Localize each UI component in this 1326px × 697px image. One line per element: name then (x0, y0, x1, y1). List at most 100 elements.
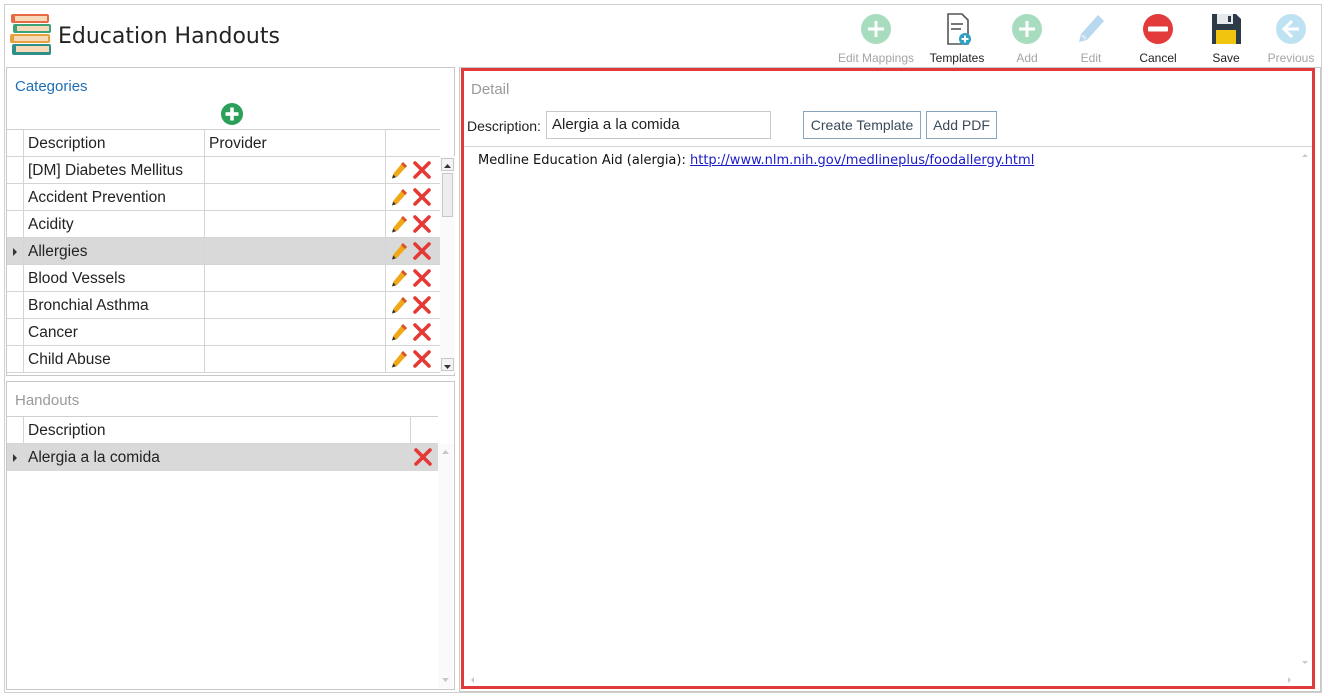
down-arrow-icon[interactable] (1300, 657, 1310, 667)
row-header-cell (7, 130, 24, 157)
templates-button[interactable]: Templates (922, 9, 992, 65)
handouts-panel: Handouts Description Alergia a la comida (6, 381, 455, 690)
edit-pencil-icon[interactable] (389, 241, 409, 261)
books-logo-icon (10, 14, 51, 55)
column-header-description[interactable]: Description (24, 130, 205, 157)
categories-grid: Description Provider [DM] Diabetes Melli… (7, 129, 440, 373)
editor-horizontal-scrollbar[interactable] (464, 673, 1298, 687)
up-arrow-icon (444, 164, 451, 168)
delete-x-icon[interactable] (412, 187, 432, 207)
edit-pencil-icon[interactable] (389, 187, 409, 207)
category-row[interactable]: Cancer (7, 319, 440, 346)
category-provider-cell (205, 292, 386, 319)
category-description-cell: Bronchial Asthma (24, 292, 205, 319)
categories-scrollbar[interactable] (440, 156, 455, 373)
edit-pencil-icon[interactable] (389, 160, 409, 180)
templates-label: Templates (929, 51, 985, 65)
edit-mappings-label: Edit Mappings (837, 51, 915, 65)
current-row-indicator-icon (13, 248, 17, 256)
create-template-button[interactable]: Create Template (803, 111, 921, 139)
description-input[interactable]: Alergia a la comida (546, 111, 771, 139)
medline-link[interactable]: http://www.nlm.nih.gov/medlineplus/fooda… (690, 153, 1034, 168)
left-arrow-icon[interactable] (468, 675, 478, 685)
row-header-cell[interactable] (7, 292, 24, 319)
column-header-provider[interactable]: Provider (205, 130, 386, 157)
column-header-actions (411, 417, 438, 444)
delete-x-icon[interactable] (412, 268, 432, 288)
category-row[interactable]: Accident Prevention (7, 184, 440, 211)
add-circle-icon (1012, 14, 1042, 44)
edit-pencil-icon[interactable] (389, 214, 409, 234)
cancel-icon (1143, 14, 1173, 44)
up-arrow-icon[interactable] (1300, 151, 1310, 161)
edit-pencil-icon[interactable] (389, 268, 409, 288)
category-row[interactable]: [DM] Diabetes Mellitus (7, 157, 440, 184)
cancel-button[interactable]: Cancel (1123, 9, 1193, 65)
app-window: Education Handouts Edit Mappings Templat… (4, 4, 1322, 693)
add-button[interactable]: Add (992, 9, 1062, 65)
column-header-actions (386, 130, 438, 157)
row-header-cell[interactable] (7, 238, 24, 265)
previous-button[interactable]: Previous (1256, 9, 1326, 65)
category-row[interactable]: Child Abuse (7, 346, 440, 373)
row-header-cell[interactable] (7, 346, 24, 373)
category-description-cell: Accident Prevention (24, 184, 205, 211)
detail-highlight-box: Detail Description: Alergia a la comida … (461, 68, 1315, 689)
row-header-cell[interactable] (7, 265, 24, 292)
handout-description-cell: Alergia a la comida (28, 449, 160, 466)
detail-title: Detail (471, 81, 510, 98)
row-header-cell[interactable] (7, 157, 24, 184)
previous-label: Previous (1267, 51, 1315, 65)
row-header-cell (7, 417, 24, 444)
add-category-icon[interactable] (220, 102, 244, 126)
category-provider-cell (205, 238, 386, 265)
edit-pencil-icon[interactable] (389, 295, 409, 315)
category-row[interactable]: Allergies (7, 238, 440, 265)
save-button[interactable]: Save (1191, 9, 1261, 65)
delete-x-icon[interactable] (412, 349, 432, 369)
scroll-down-button[interactable] (441, 358, 454, 371)
category-provider-cell (205, 265, 386, 292)
handouts-scrollbar[interactable] (438, 444, 453, 688)
category-description-cell: Allergies (24, 238, 205, 265)
up-arrow-icon[interactable] (440, 447, 451, 458)
row-header-cell[interactable] (7, 319, 24, 346)
delete-x-icon[interactable] (412, 160, 432, 180)
editor-vertical-scrollbar[interactable] (1298, 147, 1312, 673)
row-header-cell[interactable] (7, 211, 24, 238)
delete-x-icon[interactable] (412, 322, 432, 342)
category-row[interactable]: Bronchial Asthma (7, 292, 440, 319)
column-header-description[interactable]: Description (24, 417, 411, 444)
content-text: Medline Education Aid (alergia): http://… (478, 153, 1034, 168)
category-description-cell: Blood Vessels (24, 265, 205, 292)
category-provider-cell (205, 157, 386, 184)
delete-x-icon[interactable] (412, 295, 432, 315)
category-row[interactable]: Acidity (7, 211, 440, 238)
scroll-up-button[interactable] (441, 158, 454, 171)
delete-x-icon[interactable] (412, 214, 432, 234)
scroll-thumb[interactable] (442, 173, 453, 217)
category-description-cell: Acidity (24, 211, 205, 238)
edit-button[interactable]: Edit (1056, 9, 1126, 65)
category-row[interactable]: Blood Vessels (7, 265, 440, 292)
add-pdf-button[interactable]: Add PDF (926, 111, 997, 139)
save-label: Save (1212, 51, 1240, 65)
category-provider-cell (205, 211, 386, 238)
handout-row[interactable]: Alergia a la comida (7, 444, 438, 471)
page-title: Education Handouts (58, 24, 280, 49)
category-provider-cell (205, 319, 386, 346)
categories-panel: Categories Description Provider [DM] Dia… (6, 67, 455, 376)
edit-pencil-icon[interactable] (389, 349, 409, 369)
edit-mappings-button[interactable]: Edit Mappings (838, 9, 914, 65)
row-header-cell[interactable] (7, 184, 24, 211)
down-arrow-icon[interactable] (440, 674, 451, 685)
row-header-cell[interactable] (7, 444, 24, 471)
cancel-label: Cancel (1139, 51, 1177, 65)
detail-content-editor[interactable]: Medline Education Aid (alergia): http://… (464, 146, 1312, 686)
right-arrow-icon[interactable] (1284, 675, 1294, 685)
delete-x-icon[interactable] (412, 241, 432, 261)
edit-pencil-icon[interactable] (389, 322, 409, 342)
handouts-title: Handouts (15, 392, 80, 409)
category-description-cell: [DM] Diabetes Mellitus (24, 157, 205, 184)
delete-x-icon[interactable] (413, 447, 433, 467)
